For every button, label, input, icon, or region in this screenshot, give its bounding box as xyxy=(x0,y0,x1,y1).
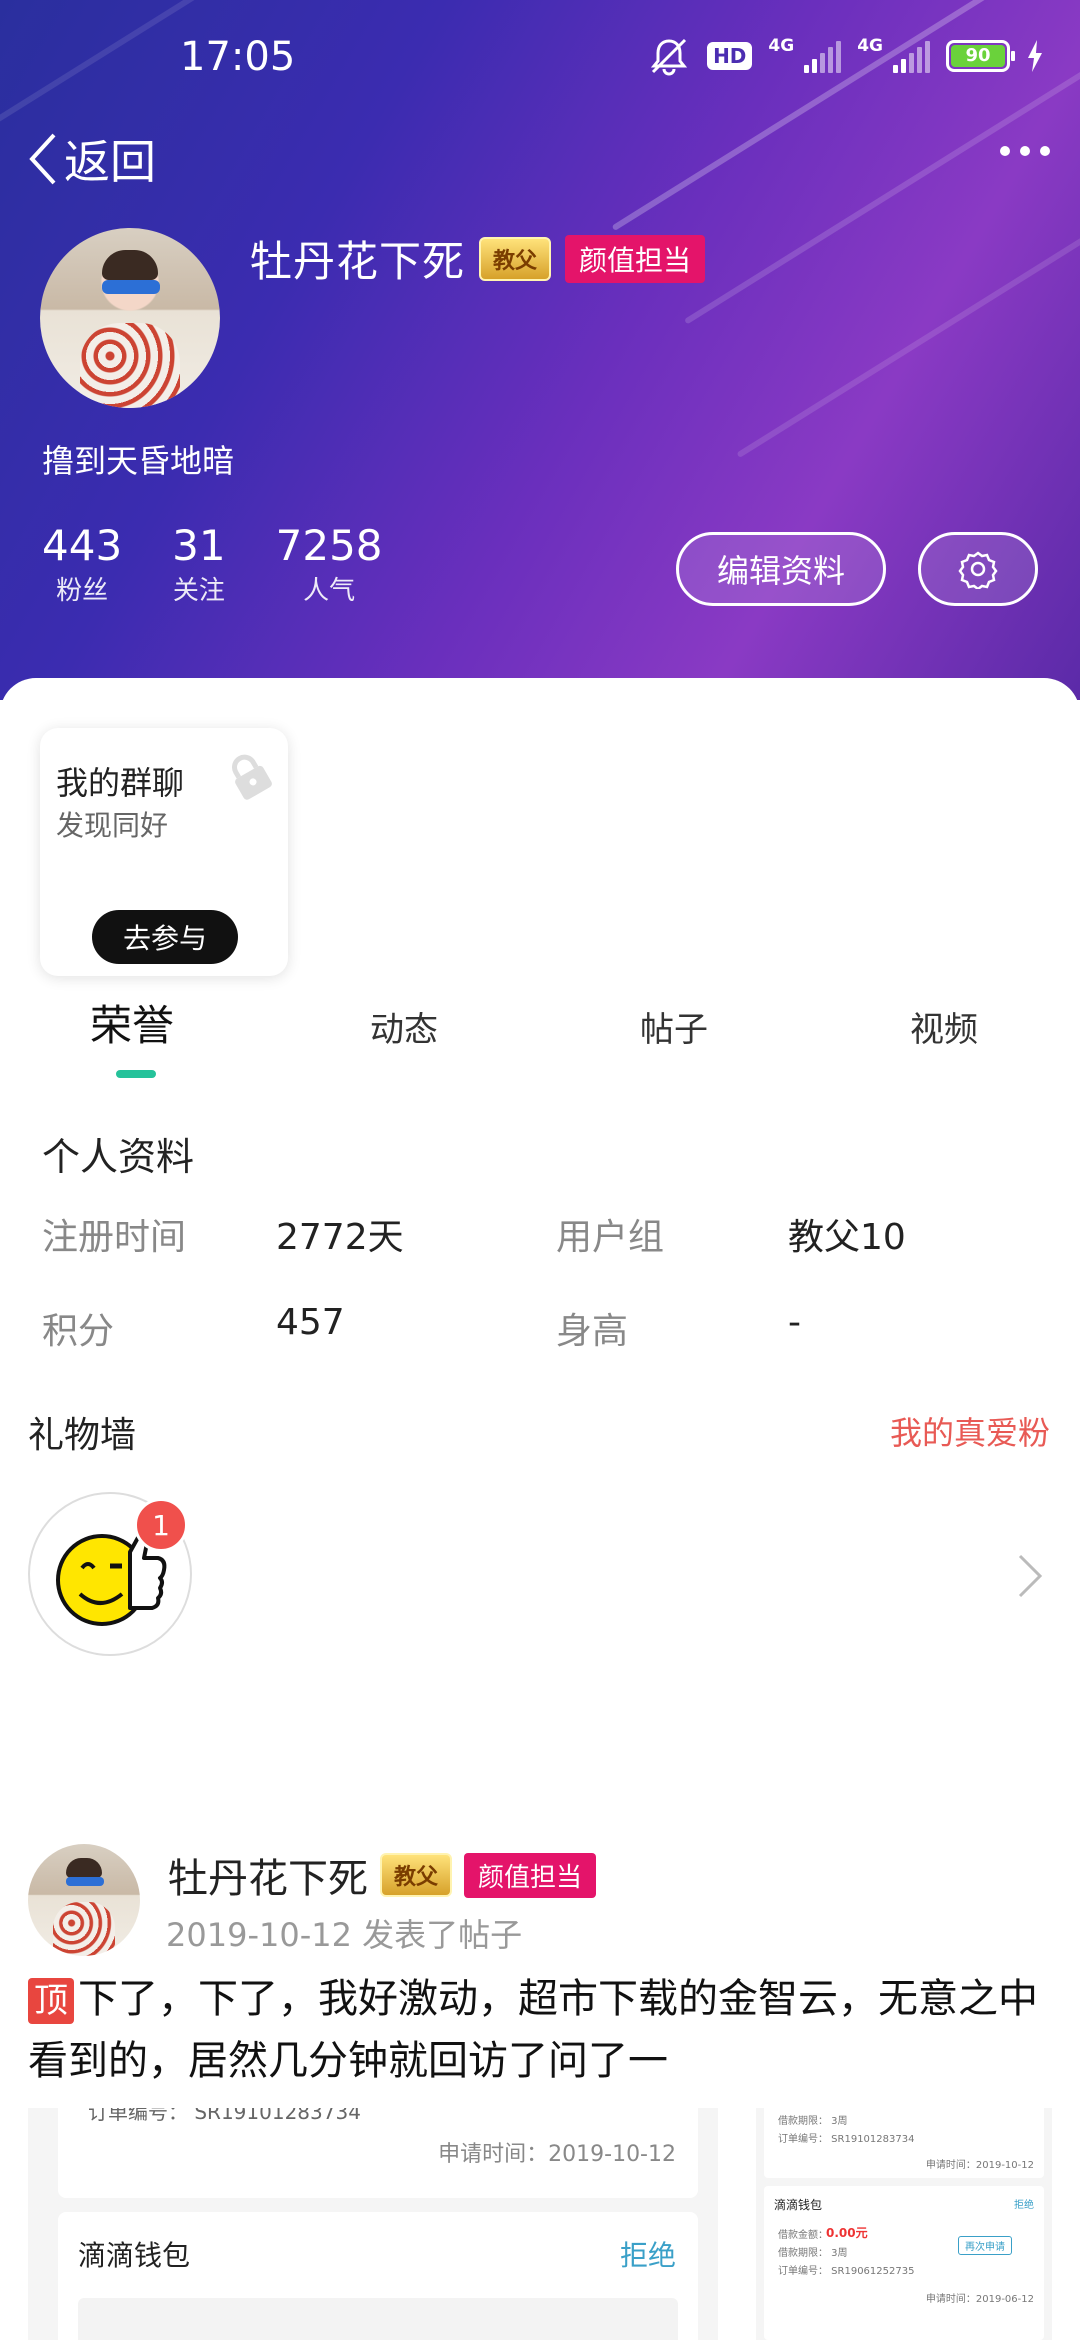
top-nav: 返回 xyxy=(0,120,1080,190)
amount-value: 0.00元 xyxy=(826,2226,868,2240)
gift-count-badge: 1 xyxy=(134,1498,188,1552)
stat-popularity[interactable]: 7258 人气 xyxy=(276,522,383,607)
post-meta: 2019-10-12 发表了帖子 xyxy=(166,1916,523,1954)
pinned-tag: 顶 xyxy=(28,1978,74,2024)
rank-badge: 教父 xyxy=(380,1853,453,1897)
battery-level: 90 xyxy=(951,45,1005,67)
stat-fans[interactable]: 443 粉丝 xyxy=(42,522,122,607)
profile-tabs: 荣誉 动态 帖子 视频 xyxy=(0,998,1080,1088)
post-author-row: 牡丹花下死 教父 颜值担当 xyxy=(168,1846,597,1904)
order-number: 订单编号： SR19101283734 xyxy=(88,2108,361,2124)
tab-activity[interactable]: 动态 xyxy=(370,1002,438,1051)
group-card-subtitle: 发现同好 xyxy=(56,809,169,842)
tab-honor[interactable]: 荣誉 xyxy=(90,992,174,1053)
stat-following[interactable]: 31 关注 xyxy=(172,522,225,607)
profile-name: 牡丹花下死 xyxy=(250,237,466,286)
status-icons: HD 4G 4G 90 xyxy=(647,36,1044,76)
hd-icon: HD xyxy=(707,42,753,70)
term-text: 借款期限： 3周 xyxy=(778,2116,848,2127)
stat-label: 人气 xyxy=(303,576,356,606)
charging-icon xyxy=(1028,40,1042,72)
order-number: 订单编号： SR19061252735 xyxy=(778,2266,915,2277)
signal-icon xyxy=(804,39,842,73)
gear-icon xyxy=(958,551,998,589)
amount-label: 借款金额： xyxy=(778,2230,828,2241)
title-badge: 颜值担当 xyxy=(464,1852,597,1898)
active-tab-indicator xyxy=(116,1070,156,1078)
tab-videos[interactable]: 视频 xyxy=(910,1002,978,1051)
battery-icon: 90 xyxy=(946,40,1015,72)
network-type-2: 4G xyxy=(857,36,883,56)
back-button[interactable]: 返回 xyxy=(26,126,156,192)
wallet-name: 滴滴钱包 xyxy=(774,2198,823,2212)
profile-stats: 443 粉丝 31 关注 7258 人气 xyxy=(42,522,383,607)
apply-time: 申请时间：2019-10-12 xyxy=(925,2160,1034,2171)
rank-badge: 教父 xyxy=(479,236,552,281)
info-row: 积分 457 身高 - xyxy=(42,1302,1042,1362)
info-value: 457 xyxy=(276,1302,345,1343)
apply-time: 申请时间：2019-06-12 xyxy=(925,2294,1034,2305)
settings-button[interactable] xyxy=(918,532,1038,606)
network-type-1: 4G xyxy=(768,36,795,56)
profile-bio: 撸到天昏地暗 xyxy=(42,442,235,480)
mute-bell-icon xyxy=(650,38,688,76)
gift-wall-title: 礼物墙 xyxy=(28,1415,137,1456)
personal-info-title: 个人资料 xyxy=(42,1135,195,1179)
screenshot-card: 借款期限： 3周 订单编号： SR19101283734 申请时间：2019-1… xyxy=(764,2108,1044,2178)
order-number: 订单编号： SR19101283734 xyxy=(778,2134,915,2145)
info-row: 注册时间 2772天 用户组 教父10 xyxy=(42,1208,1042,1268)
reapply-button: 再次申请 xyxy=(958,2236,1012,2255)
post-author-name[interactable]: 牡丹花下死 xyxy=(168,1846,368,1904)
decor-streak xyxy=(736,187,1080,459)
stat-label: 粉丝 xyxy=(56,576,109,606)
info-label: 用户组 xyxy=(556,1217,665,1258)
chevron-right-icon[interactable] xyxy=(1016,1552,1044,1600)
profile-name-row: 牡丹花下死 教父 颜值担当 xyxy=(250,228,706,289)
join-group-button[interactable]: 去参与 xyxy=(92,910,238,964)
apply-time: 申请时间：2019-10-12 xyxy=(438,2142,676,2167)
detail-box xyxy=(78,2298,678,2340)
post-text[interactable]: 顶下了，下了，我好激动，超市下载的金智云，无意之中看到的，居然几分钟就回访了问了… xyxy=(28,1968,1058,2092)
chevron-left-icon xyxy=(29,133,56,185)
stat-value: 443 xyxy=(42,521,123,570)
reject-text: 拒绝 xyxy=(1014,2200,1034,2211)
info-value: 2772天 xyxy=(276,1217,404,1258)
info-label: 注册时间 xyxy=(42,1217,187,1258)
screenshot-card: 滴滴钱包 拒绝 借款金额： 0.00元 借款期限： 3周 订单编号： SR190… xyxy=(764,2186,1044,2340)
avatar[interactable] xyxy=(40,228,220,408)
more-options-icon[interactable] xyxy=(1000,146,1050,156)
group-chat-card[interactable]: 我的群聊 发现同好 去参与 xyxy=(40,728,288,976)
edit-profile-button[interactable]: 编辑资料 xyxy=(676,532,886,606)
screenshot-card: 滴滴钱包 拒绝 xyxy=(58,2212,698,2340)
term-text: 借款期限： 3周 xyxy=(778,2248,848,2259)
status-time: 17:05 xyxy=(180,34,296,80)
signal-icon xyxy=(893,39,930,73)
title-badge: 颜值担当 xyxy=(565,234,706,283)
true-fans-link[interactable]: 我的真爱粉 xyxy=(890,1408,1050,1454)
status-bar: 17:05 HD 4G 4G 90 xyxy=(0,0,1080,110)
screenshot-card: 订单编号： SR19101283734 申请时间：2019-10-12 xyxy=(58,2108,698,2198)
post-image[interactable]: 订单编号： SR19101283734 申请时间：2019-10-12 滴滴钱包… xyxy=(28,2108,718,2340)
info-value: 教父10 xyxy=(788,1217,906,1258)
info-value: - xyxy=(788,1302,801,1343)
post-body: 下了，下了，我好激动，超市下载的金智云，无意之中看到的，居然几分钟就回访了问了一 xyxy=(28,1976,1038,2084)
profile-header: 17:05 HD 4G 4G 90 返回 牡丹花下死 教父 颜值担当 撸到天昏地… xyxy=(0,0,1080,700)
profile-content: 我的群聊 发现同好 去参与 荣誉 动态 帖子 视频 个人资料 注册时间 2772… xyxy=(0,678,1080,2340)
tab-posts[interactable]: 帖子 xyxy=(640,1002,708,1051)
info-label: 积分 xyxy=(42,1311,115,1352)
post-image[interactable]: 借款期限： 3周 订单编号： SR19101283734 申请时间：2019-1… xyxy=(756,2108,1052,2340)
lock-icon xyxy=(232,754,272,800)
post-avatar[interactable] xyxy=(28,1844,140,1956)
wallet-name: 滴滴钱包 xyxy=(78,2239,191,2272)
reject-text: 拒绝 xyxy=(619,2239,676,2272)
stat-value: 7258 xyxy=(275,521,383,570)
stat-value: 31 xyxy=(172,521,226,570)
stat-label: 关注 xyxy=(172,576,225,606)
info-label: 身高 xyxy=(556,1311,629,1352)
group-card-title: 我的群聊 xyxy=(56,764,185,802)
back-label: 返回 xyxy=(64,135,156,189)
